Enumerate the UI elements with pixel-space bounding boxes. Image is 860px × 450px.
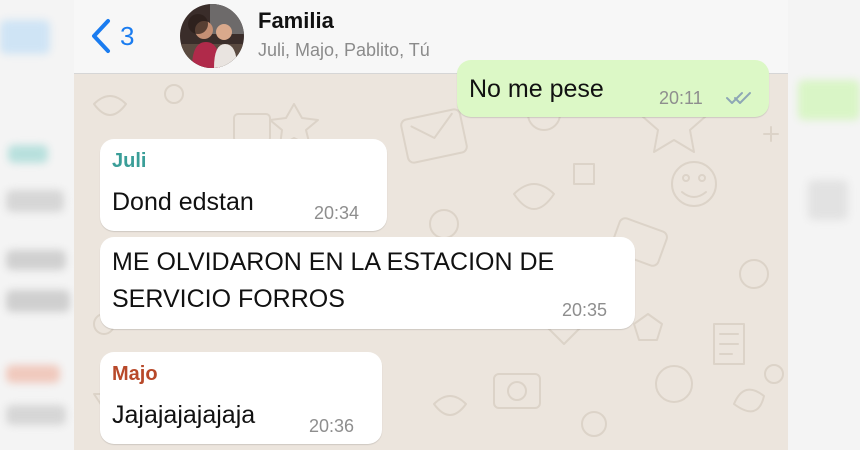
message-text: No me pese xyxy=(469,75,604,103)
message-time: 20:36 xyxy=(309,416,355,436)
chat-screen: 3 Familia Juli, Majo, Pablito, Tú No me … xyxy=(74,0,788,450)
message-bubble-incoming[interactable]: Juli Dond edstan 20:34 xyxy=(100,139,387,231)
group-avatar[interactable] xyxy=(180,4,244,68)
message-text: Jajajajajajaja xyxy=(112,401,256,429)
message-bubble-incoming[interactable]: ME OLVIDARON EN LA ESTACION DE SERVICIO … xyxy=(100,237,635,329)
message-bubble-outgoing[interactable]: No me pese 20:11 xyxy=(457,60,769,117)
chat-title[interactable]: Familia xyxy=(258,8,334,34)
sender-name: Majo xyxy=(112,363,158,385)
message-bubble-incoming[interactable]: Majo Jajajajajajaja 20:36 xyxy=(100,352,382,444)
message-text-line: ME OLVIDARON EN LA ESTACION DE xyxy=(112,248,555,276)
back-button[interactable]: 3 xyxy=(90,14,134,58)
sender-name: Juli xyxy=(112,150,147,172)
message-time: 20:34 xyxy=(314,203,360,223)
group-photo xyxy=(180,4,244,68)
message-text-line: SERVICIO FORROS xyxy=(112,285,345,313)
double-check-icon xyxy=(726,92,751,104)
message-time: 20:11 xyxy=(659,88,703,108)
message-time: 20:35 xyxy=(562,300,608,320)
unread-count: 3 xyxy=(120,20,135,51)
chat-members: Juli, Majo, Pablito, Tú xyxy=(258,40,430,60)
chevron-left-icon xyxy=(92,19,110,53)
blurred-background-right xyxy=(788,0,860,450)
message-text: Dond edstan xyxy=(112,188,254,216)
blurred-background-left xyxy=(0,0,74,450)
